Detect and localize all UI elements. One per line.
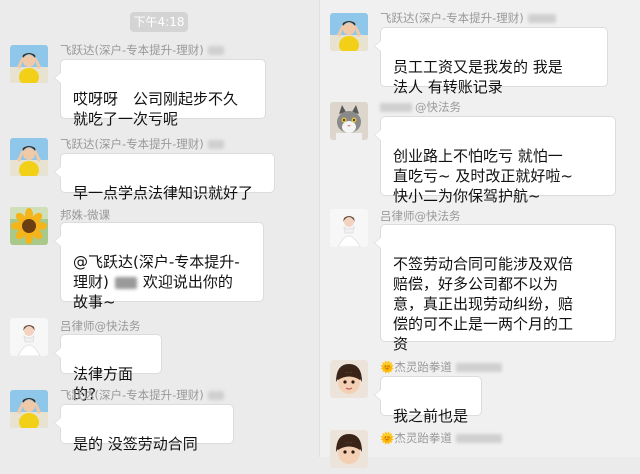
redacted-text <box>455 363 502 372</box>
message-text: @飞跃达(深户-专本提升- <box>73 253 240 271</box>
cat-avatar[interactable] <box>330 102 368 140</box>
message-text: 赔偿，好多公司都不以为 <box>393 275 559 293</box>
sender-name: 🌞杰灵跆拳道 <box>380 359 502 375</box>
woman-yellow-shirt-avatar[interactable] <box>330 13 368 51</box>
message-text: 就吃了一次亏呢 <box>73 110 179 128</box>
redacted-text <box>207 140 224 149</box>
timestamp-badge: 下午4:18 <box>130 12 188 32</box>
message-text: 意，真正出现劳动纠纷，赔 <box>393 295 574 313</box>
bride-avatar[interactable] <box>10 318 48 356</box>
sender-name: 吕律师@快法务 <box>380 209 461 223</box>
woman-yellow-shirt-avatar[interactable] <box>10 390 48 428</box>
message-bubble[interactable]: 早一点学点法律知识就好了 <box>54 153 275 202</box>
redacted-text <box>207 391 224 400</box>
message-bubble[interactable]: 哎呀呀 公司刚起步不久 就吃了一次亏呢 <box>54 59 266 128</box>
message-text: 我之前也是 <box>393 407 469 425</box>
message-text: 偿的可不止是一两个月的工 <box>393 315 574 333</box>
redacted-text <box>527 14 556 23</box>
message-bubble[interactable]: 是的 没签劳动合同 <box>54 404 234 453</box>
sender-name: 飞跃达(深户-专本提升-理财) <box>380 10 556 26</box>
message-text: 理财) 欢迎说出你的 <box>73 273 233 291</box>
message-text: 直吃亏~ 及时改正就好啦~ <box>393 167 573 185</box>
sender-name: 飞跃达(深户-专本提升-理财) <box>60 42 224 58</box>
message-bubble[interactable]: 员工工资又是我发的 我是 法人 有转账记录 <box>374 27 608 96</box>
message-text: 是的 没签劳动合同 <box>73 435 198 453</box>
message-text: 创业路上不怕吃亏 就怕一 <box>393 147 563 165</box>
message-text: 资 <box>393 335 409 353</box>
message-bubble[interactable]: 不签劳动合同可能涉及双倍 赔偿，好多公司都不以为 意，真正出现劳动纠纷，赔 偿的可不止… <box>374 224 616 353</box>
bride-avatar[interactable] <box>330 209 368 247</box>
sunflower-avatar[interactable] <box>10 207 48 245</box>
redacted-text <box>380 103 412 112</box>
woman-yellow-shirt-avatar[interactable] <box>10 138 48 176</box>
message-bubble[interactable]: 法律方面的? <box>54 334 162 403</box>
message-text: 早一点学点法律知识就好了 <box>73 184 254 202</box>
message-text: 法人 有转账记录 <box>393 78 503 96</box>
message-text: 快小二为你保驾护航~ <box>393 187 541 205</box>
message-text: 不签劳动合同可能涉及双倍 <box>393 255 574 273</box>
left-chat-column: 下午4:18 飞跃达(深户-专本提升-理财) 哎呀呀 公司刚起步不久 就吃了一次亏… <box>0 0 320 457</box>
sun-icon: 🌞 <box>380 431 395 445</box>
sender-name: 飞跃达(深户-专本提升-理财) <box>60 136 224 152</box>
sender-name: 吕律师@快法务 <box>60 319 141 333</box>
message-bubble[interactable]: 创业路上不怕吃亏 就怕一 直吃亏~ 及时改正就好啦~ 快小二为你保驾护航~ <box>374 116 616 205</box>
redacted-text <box>207 46 224 55</box>
child-avatar[interactable] <box>330 360 368 398</box>
sender-name: 邦姝-微课 <box>60 208 111 222</box>
child-avatar[interactable] <box>330 430 368 468</box>
message-text: 哎呀呀 公司刚起步不久 <box>73 90 239 108</box>
message-text: 故事~ <box>73 293 116 311</box>
message-text: 员工工资又是我发的 我是 <box>393 58 563 76</box>
woman-yellow-shirt-avatar[interactable] <box>10 45 48 83</box>
message-bubble[interactable]: 我之前也是 <box>374 376 482 425</box>
redacted-text <box>455 434 502 443</box>
message-bubble[interactable]: @飞跃达(深户-专本提升- 理财) 欢迎说出你的 故事~ <box>54 222 264 311</box>
sender-name: @快法务 <box>380 99 461 115</box>
sender-name: 🌞杰灵跆拳道 <box>380 430 502 446</box>
right-chat-column: 飞跃达(深户-专本提升-理财) 员工工资又是我发的 我是 法人 有转账记录 @快法… <box>320 0 640 468</box>
sun-icon: 🌞 <box>380 360 395 374</box>
redacted-text <box>114 276 137 289</box>
sender-name: 飞跃达(深户-专本提升-理财) <box>60 387 224 403</box>
